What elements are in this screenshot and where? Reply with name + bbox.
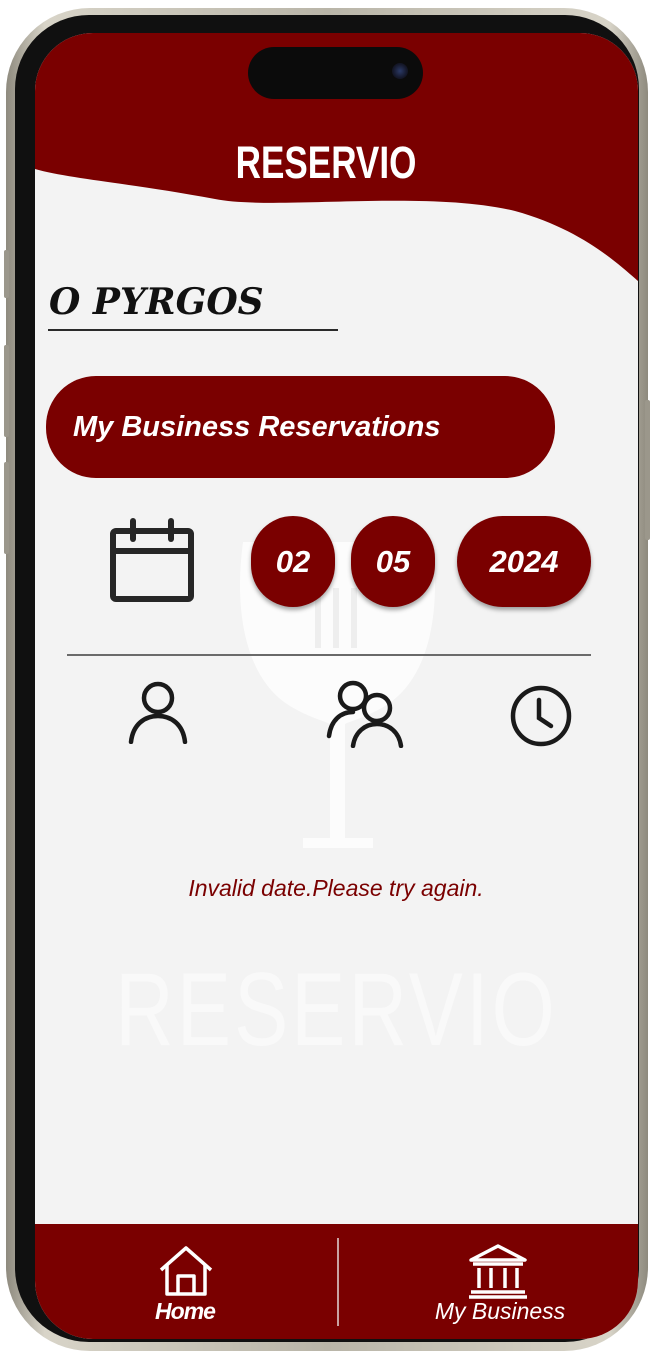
group-icon[interactable] — [323, 678, 409, 748]
nav-home[interactable]: Home — [135, 1224, 235, 1339]
error-message: Invalid date.Please try again. — [188, 875, 484, 901]
calendar-icon[interactable] — [107, 517, 197, 607]
nav-divider — [337, 1238, 339, 1326]
phone-volume-up-button — [4, 345, 9, 437]
business-name-underline — [48, 329, 338, 331]
camera-icon — [392, 63, 408, 79]
nav-my-business[interactable]: My Business — [415, 1224, 585, 1339]
date-month-field[interactable]: 05 — [351, 516, 435, 607]
business-name: O PYRGOS — [49, 281, 264, 323]
clock-icon[interactable] — [509, 684, 573, 748]
date-year-field[interactable]: 2024 — [457, 516, 591, 607]
home-icon — [159, 1246, 213, 1296]
section-divider — [67, 654, 591, 656]
nav-home-label: Home — [155, 1298, 216, 1324]
bottom-navigation: Home My Business — [35, 1224, 638, 1339]
my-business-reservations-button[interactable]: My Business Reservations — [46, 376, 555, 478]
nav-my-business-label: My Business — [434, 1298, 566, 1324]
phone-power-button — [645, 400, 650, 540]
phone-volume-down-button — [4, 462, 9, 554]
app-screen: RESERVIO RESERVIO O PYRGOS My Business R… — [35, 33, 638, 1339]
phone-side-button — [4, 250, 9, 298]
app-title: RESERVIO — [235, 137, 417, 188]
watermark-text: RESERVIO — [115, 952, 558, 1068]
person-icon[interactable] — [125, 678, 191, 744]
bank-icon — [469, 1244, 527, 1299]
date-day-field[interactable]: 02 — [251, 516, 335, 607]
